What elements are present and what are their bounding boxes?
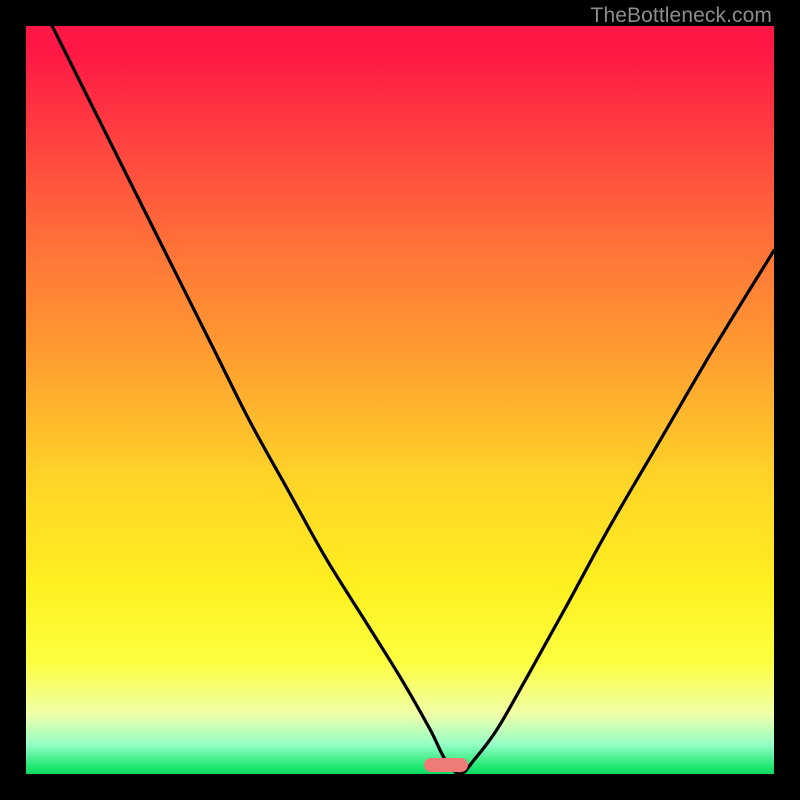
watermark-text: TheBottleneck.com [591,4,772,28]
bottleneck-curve [26,26,774,774]
minimum-marker-pill [424,758,468,772]
plot-area [26,26,774,774]
chart-frame: TheBottleneck.com [0,0,800,800]
